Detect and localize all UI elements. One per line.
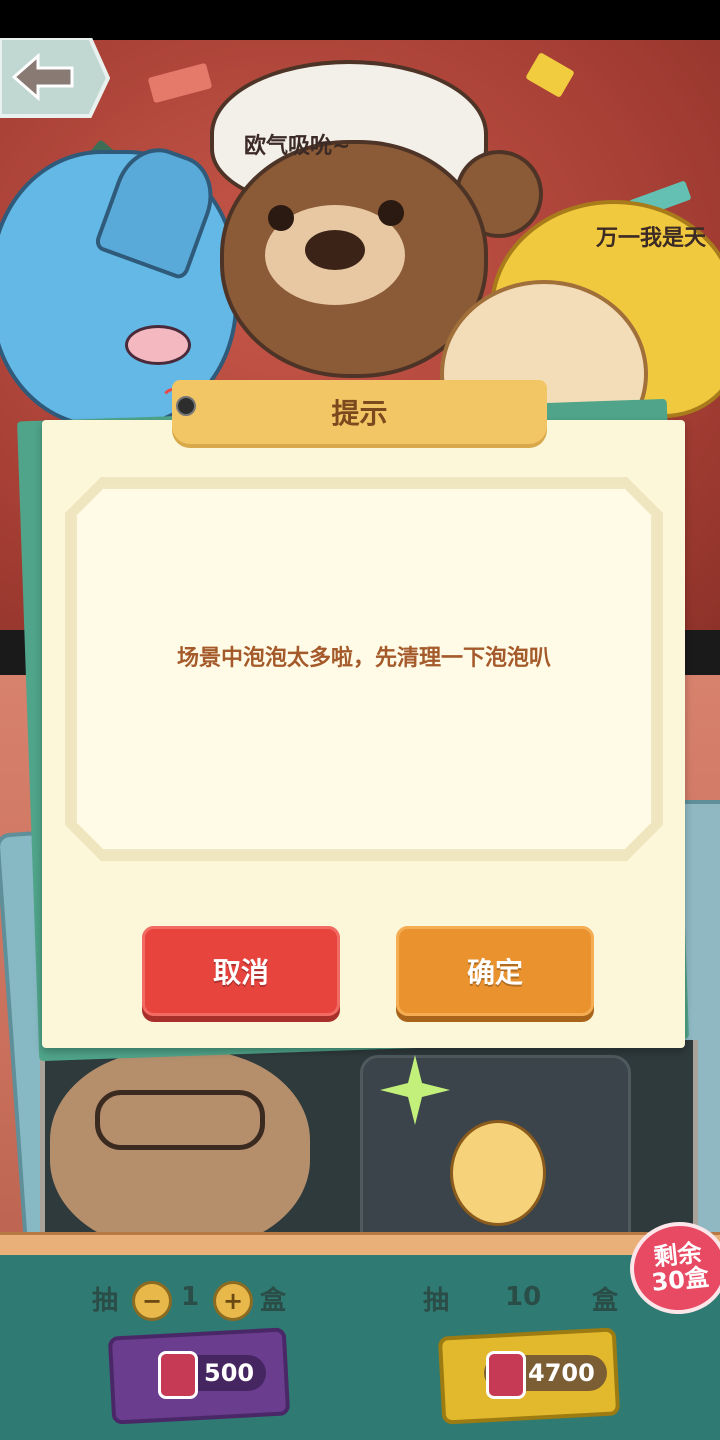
draw-single-count: 1 [181, 1282, 200, 1312]
cancel-label: 取消 [212, 956, 269, 989]
price-value: 4700 [528, 1359, 595, 1387]
shiba-ball-character [450, 1120, 546, 1226]
dialog-message: 场景中泡泡太多啦，先清理一下泡泡叭 [176, 646, 551, 671]
bear-eye [378, 200, 404, 226]
blue-cat-eye [125, 325, 191, 365]
back-button[interactable] [0, 38, 110, 118]
confirm-label: 确定 [466, 956, 523, 989]
draw-ten-prefix: 抽 [423, 1286, 450, 1316]
glasses-icon [95, 1090, 265, 1150]
confetti [525, 52, 575, 98]
scene-cat-character [50, 1050, 310, 1250]
pin-icon [176, 396, 196, 416]
dialog-title-text: 提示 [331, 397, 388, 430]
speech-bubble-left: 欧气吸吮~ [244, 134, 351, 159]
dialog-title: 提示 [172, 380, 547, 444]
status-bar [0, 0, 720, 40]
plus-button[interactable]: + [213, 1281, 253, 1321]
jam-jar-icon [158, 1351, 198, 1399]
draw-single-prefix: 抽 [92, 1286, 119, 1316]
draw-single-suffix: 盒 [260, 1286, 287, 1316]
confetti [147, 62, 213, 104]
speech-bubble-right: 万一我是天 [596, 226, 707, 251]
minus-button[interactable]: − [132, 1281, 172, 1321]
draw-ten-suffix: 盒 [592, 1286, 619, 1316]
bear-nose [305, 230, 365, 270]
price-value: 500 [204, 1359, 255, 1387]
jam-jar-icon [486, 1351, 526, 1399]
cancel-button[interactable]: 取消 [142, 926, 340, 1016]
remaining-count: 30盒 [650, 1263, 711, 1297]
bear-eye [268, 205, 294, 231]
draw-ten-count: 10 [505, 1282, 542, 1312]
confirm-button[interactable]: 确定 [396, 926, 594, 1016]
